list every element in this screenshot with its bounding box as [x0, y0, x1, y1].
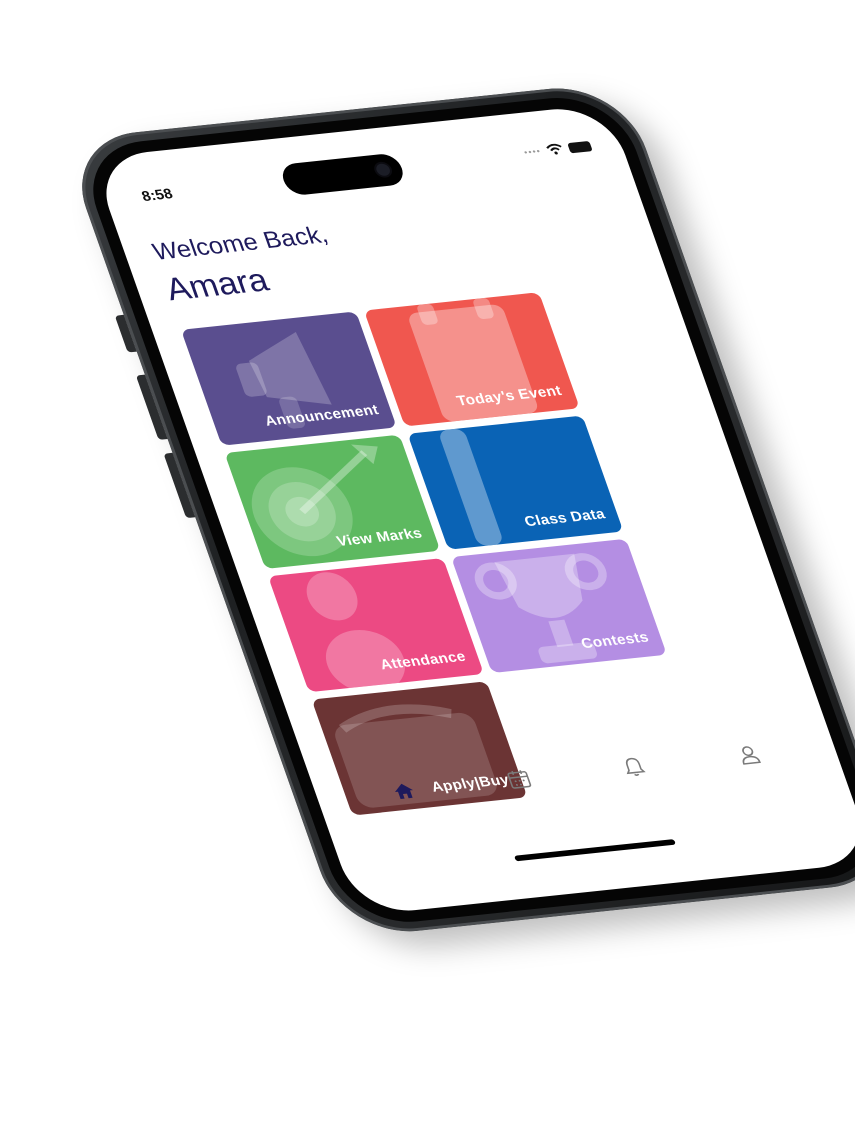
status-icons: •••• — [522, 140, 593, 158]
tile-view-marks[interactable]: View Marks — [224, 434, 441, 569]
home-icon — [394, 783, 413, 800]
home-indicator[interactable] — [514, 839, 676, 862]
nav-home[interactable] — [377, 771, 430, 812]
tile-announcement[interactable]: Announcement — [180, 311, 397, 446]
profile-icon — [741, 746, 761, 765]
trophy-icon — [474, 553, 607, 664]
wifi-icon — [546, 143, 562, 155]
tile-todays-event[interactable]: Today's Event — [363, 292, 580, 427]
signal-icon: •••• — [522, 146, 543, 158]
mockup-stage: 8:58 •••• Welcome Back, Amara Announceme… — [0, 0, 855, 1125]
nav-notifications[interactable] — [607, 746, 660, 787]
bell-icon — [625, 757, 646, 776]
battery-icon — [567, 140, 593, 153]
nav-calendar[interactable] — [492, 759, 545, 800]
welcome-text: Welcome Back, — [149, 221, 332, 266]
status-time: 8:58 — [139, 185, 176, 205]
camera-icon — [374, 163, 392, 177]
tile-attendance[interactable]: Attendance — [268, 557, 484, 693]
tile-contests[interactable]: Contests — [451, 538, 667, 674]
pencil-icon — [440, 428, 502, 546]
nav-profile[interactable] — [722, 734, 775, 775]
tile-class-data[interactable]: Class Data — [407, 415, 624, 550]
calendar-icon — [506, 770, 531, 789]
user-name: Amara — [160, 262, 274, 308]
phone-mockup: 8:58 •••• Welcome Back, Amara Announceme… — [62, 81, 855, 939]
dynamic-island — [278, 152, 408, 197]
target-icon — [251, 444, 378, 557]
person-icon — [306, 572, 406, 693]
